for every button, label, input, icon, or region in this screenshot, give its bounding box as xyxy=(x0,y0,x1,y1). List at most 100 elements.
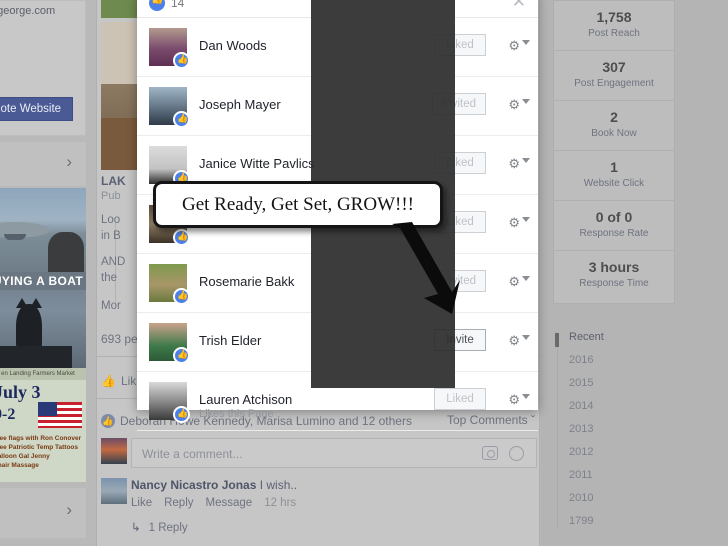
stat-value: 0 of 0 xyxy=(595,209,633,225)
flyer-date: July 3 xyxy=(0,382,41,402)
comment-timestamp: 12 hrs xyxy=(264,497,297,509)
gear-icon[interactable]: ⚙ xyxy=(508,274,520,290)
post-author[interactable]: LAK xyxy=(101,174,126,188)
chevron-right-icon[interactable]: › xyxy=(66,500,72,520)
annotation-arrow-icon xyxy=(392,222,460,314)
gear-icon[interactable]: ⚙ xyxy=(508,333,520,349)
comment-body: I wish.. xyxy=(256,478,298,492)
friend-subtext: Likes this Page xyxy=(199,408,274,420)
stat-label: Post Engagement xyxy=(574,78,654,89)
sidebar-carousel-next-card[interactable]: › xyxy=(0,142,86,186)
like-badge-icon: 👍 xyxy=(101,413,115,428)
promote-website-card: egeorge.com mote Website xyxy=(0,0,86,136)
timeline-item-2012[interactable]: 2012 xyxy=(569,443,703,466)
comment-input[interactable]: Write a comment... xyxy=(131,438,537,468)
post-body-line: the xyxy=(101,272,117,284)
stat-response-time[interactable]: 3 hours Response Time xyxy=(554,251,674,303)
gear-icon[interactable]: ⚙ xyxy=(508,38,520,54)
avatar xyxy=(101,478,127,504)
like-button[interactable]: 👍 Lik xyxy=(101,374,136,388)
sidebar-photo-flyer[interactable]: en Landing Farmers Market July 3 9-2 Fre… xyxy=(0,368,86,482)
timeline-item-2013[interactable]: 2013 xyxy=(569,420,703,443)
screenshot-root: egeorge.com mote Website › UYING A BOAT … xyxy=(0,0,728,546)
chevron-right-icon[interactable]: › xyxy=(66,152,72,172)
insights-sidebar: 1,758 Post Reach 307 Post Engagement 2 B… xyxy=(541,0,728,546)
sidebar-photo-lake[interactable] xyxy=(0,188,86,272)
comment-like-action[interactable]: Like xyxy=(131,497,152,509)
post-body-line: AND xyxy=(101,256,126,268)
timeline-item-2011[interactable]: 2011 xyxy=(569,466,703,489)
stat-value: 1 xyxy=(610,159,618,175)
timeline-item-2014[interactable]: 2014 xyxy=(569,397,703,420)
annotation-callout: Get Ready, Get Set, GROW!!! xyxy=(153,181,443,228)
emoji-icon[interactable] xyxy=(509,446,524,461)
timeline-year-nav: Recent 2016 2015 2014 2013 2012 2011 201… xyxy=(553,328,703,535)
flyer-details: Free flags with Ron Conover Free Patriot… xyxy=(0,434,85,470)
stat-value: 1,758 xyxy=(596,9,632,25)
invite-button[interactable]: Liked xyxy=(434,388,486,410)
post-reach-text: 693 pe xyxy=(101,332,138,346)
sidebar-carousel-next-card-2[interactable]: › xyxy=(0,488,86,538)
american-flag-graphic xyxy=(38,402,82,428)
chevron-down-icon[interactable] xyxy=(522,40,530,45)
thumbs-up-icon: 👍 xyxy=(101,374,116,388)
promote-website-button[interactable]: mote Website xyxy=(0,97,73,121)
reply-count-label[interactable]: 1 Reply xyxy=(149,522,188,534)
gear-icon[interactable]: ⚙ xyxy=(508,156,520,172)
chevron-down-icon[interactable] xyxy=(522,276,530,281)
stat-label: Website Click xyxy=(583,178,645,189)
comment-author[interactable]: Nancy Nicastro Jonas xyxy=(131,478,256,492)
like-badge-icon xyxy=(173,111,190,128)
camera-icon[interactable] xyxy=(482,446,498,460)
comment-replies-toggle[interactable]: ↳ 1 Reply xyxy=(131,520,188,534)
flag-canton-shape xyxy=(38,402,57,416)
stat-response-rate[interactable]: 0 of 0 Response Rate xyxy=(554,201,674,251)
gear-icon[interactable]: ⚙ xyxy=(508,97,520,113)
chevron-down-icon[interactable] xyxy=(522,158,530,163)
post-body-line: in B xyxy=(101,230,121,242)
stat-label: Book Now xyxy=(591,128,637,139)
stat-value: 307 xyxy=(602,59,626,75)
chevron-down-icon[interactable] xyxy=(522,394,530,399)
stat-book-now[interactable]: 2 Book Now xyxy=(554,101,674,151)
sidebar-photo-buying-a-boat[interactable]: UYING A BOAT xyxy=(0,272,86,368)
like-badge-icon xyxy=(173,288,190,305)
timeline-item-2010[interactable]: 2010 xyxy=(569,489,703,512)
friend-name: Lauren Atchison xyxy=(199,392,293,407)
chevron-down-icon[interactable] xyxy=(522,217,530,222)
timeline-item-recent[interactable]: Recent xyxy=(569,328,703,351)
flyer-detail-line: Free flags with Ron Conover xyxy=(0,435,82,442)
friend-name: Dan Woods xyxy=(199,38,267,53)
like-count: 14 xyxy=(171,0,185,10)
friend-name: Rosemarie Bakk xyxy=(199,274,295,289)
gear-icon[interactable]: ⚙ xyxy=(508,392,520,408)
close-icon[interactable]: ✕ xyxy=(512,0,526,12)
timeline-item-2016[interactable]: 2016 xyxy=(569,351,703,374)
post-body-line: Loo xyxy=(101,214,121,226)
gear-icon[interactable]: ⚙ xyxy=(508,215,520,231)
like-badge-icon xyxy=(173,52,190,69)
avatar xyxy=(101,438,127,464)
stat-website-click[interactable]: 1 Website Click xyxy=(554,151,674,201)
stat-label: Response Time xyxy=(579,278,649,289)
timeline-item-2015[interactable]: 2015 xyxy=(569,374,703,397)
flyer-time: 9-2 xyxy=(0,406,16,423)
comment-message-action[interactable]: Message xyxy=(206,497,253,509)
comment-reply-action[interactable]: Reply xyxy=(164,497,193,509)
stat-post-reach[interactable]: 1,758 Post Reach xyxy=(554,1,674,51)
chevron-down-icon[interactable] xyxy=(522,335,530,340)
chevron-down-icon[interactable] xyxy=(522,99,530,104)
stat-label: Response Rate xyxy=(579,228,649,239)
flyer-top-line: en Landing Farmers Market xyxy=(0,368,86,380)
stat-value: 2 xyxy=(610,109,618,125)
left-sidebar: egeorge.com mote Website › UYING A BOAT … xyxy=(0,0,96,546)
see-more-link[interactable]: Mor xyxy=(101,300,121,312)
timeline-line xyxy=(557,332,558,528)
comment-text: Nancy Nicastro Jonas I wish.. xyxy=(131,478,297,492)
callout-text: Get Ready, Get Set, GROW!!! xyxy=(182,193,414,215)
post-insights-card: 1,758 Post Reach 307 Post Engagement 2 B… xyxy=(553,0,675,304)
stat-post-engagement[interactable]: 307 Post Engagement xyxy=(554,51,674,101)
timeline-active-marker xyxy=(555,333,559,347)
timeline-item-1799[interactable]: 1799 xyxy=(569,512,703,535)
friend-name: Janice Witte Pavlics xyxy=(199,156,315,171)
